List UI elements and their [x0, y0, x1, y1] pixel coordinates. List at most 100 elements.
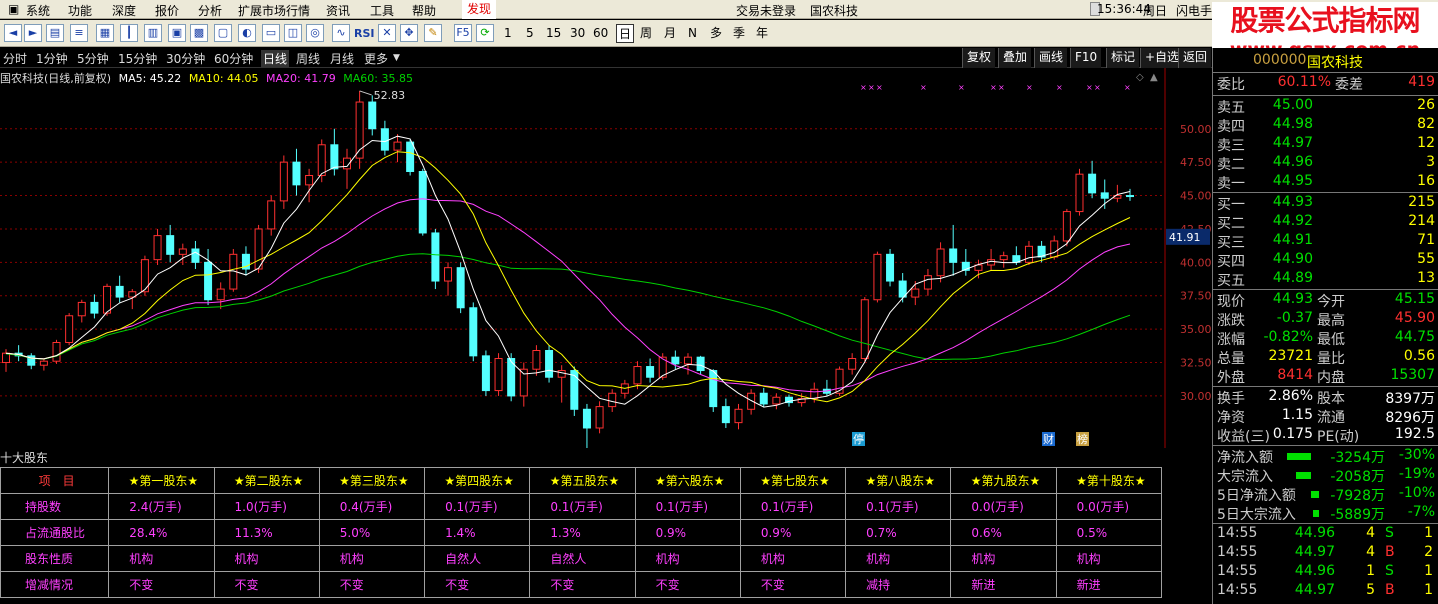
period-num-15[interactable]: 15	[546, 24, 561, 43]
pencil-icon[interactable]: ✎	[424, 24, 442, 42]
stat-value: 2.86%	[1268, 388, 1313, 404]
tick-row: 14:55 44.96 1 S 1	[1215, 563, 1437, 583]
tab-15min[interactable]: 15分钟	[118, 50, 157, 67]
menu-item-discover[interactable]: 发现	[462, 0, 497, 19]
refresh-icon[interactable]: ⟳	[476, 24, 494, 42]
y-tick-label: 47.50	[1180, 156, 1212, 169]
tick-volume: 4	[1366, 544, 1375, 560]
holders-row-label: 股东性质	[0, 545, 110, 572]
period-num-30[interactable]: 30	[570, 24, 585, 43]
candle-body	[886, 253, 895, 282]
menu-item-depth[interactable]: 深度	[112, 2, 136, 19]
quote-value: 45.90	[1394, 310, 1435, 326]
tab-60min[interactable]: 60分钟	[214, 50, 253, 67]
scroll-up-icon[interactable]: ▲	[1150, 72, 1158, 83]
period-n[interactable]: N	[688, 24, 697, 43]
menu-item-function[interactable]: 功能	[68, 2, 92, 19]
move-icon[interactable]: ✥	[400, 24, 418, 42]
tab-more[interactable]: 更多	[364, 50, 388, 67]
forward-arrow-icon[interactable]: ►	[24, 24, 42, 42]
window-icon[interactable]: ▢	[214, 24, 232, 42]
holders-row: 持股数 2.4(万手) 1.0(万手) 0.4(万手) 0.1(万手) 0.1(万手) 0.…	[0, 493, 1163, 520]
holders-row: 占流通股比 28.4% 11.3% 5.0% 1.4% 1.3% 0.9% 0.9% 0.7% 0…	[0, 519, 1163, 546]
split-icon[interactable]: ◫	[284, 24, 302, 42]
cross-icon[interactable]: ✕	[378, 24, 396, 42]
quote-label: 总量	[1217, 351, 1245, 367]
period-year[interactable]: 年	[756, 24, 768, 43]
stat-value: 0.175	[1272, 426, 1313, 442]
tab-30min[interactable]: 30分钟	[166, 50, 205, 67]
tab-daily[interactable]: 日线	[261, 50, 290, 67]
news-icon[interactable]: ▣	[168, 24, 186, 42]
frame-icon[interactable]: ▭	[262, 24, 280, 42]
holders-cell: 0.7%	[845, 519, 952, 546]
menu-item-analysis[interactable]: 分析	[198, 2, 222, 19]
period-num-60[interactable]: 60	[593, 24, 608, 43]
holders-cell: 不变	[739, 571, 847, 598]
table-icon[interactable]: ▦	[96, 24, 114, 42]
wave-icon[interactable]: ∿	[332, 24, 350, 42]
stock-header: 000000 国农科技	[1215, 52, 1437, 72]
kline-chart[interactable]: 50.0047.5045.0042.5040.0037.5035.0032.50…	[0, 68, 1212, 461]
tab-1min[interactable]: 1分钟	[36, 50, 68, 67]
pie-icon[interactable]: ◐	[238, 24, 256, 42]
tab-intraday[interactable]: 分时	[3, 50, 27, 67]
ma10-legend: MA10: 44.05	[188, 72, 259, 85]
f10-button[interactable]: F10	[1070, 48, 1102, 68]
sell-volume: 3	[1426, 154, 1435, 170]
return-button[interactable]: 返回	[1178, 48, 1212, 68]
chart-icon[interactable]: ▤	[46, 24, 64, 42]
candle-body	[671, 356, 680, 365]
tick-direction: B	[1385, 582, 1395, 598]
menu-item-extended[interactable]: 扩展市场行情	[238, 2, 310, 19]
tab-5min[interactable]: 5分钟	[77, 50, 109, 67]
circle-icon[interactable]: ◎	[306, 24, 324, 42]
period-week[interactable]: 周	[640, 24, 652, 43]
draw-button[interactable]: 画线	[1034, 48, 1068, 68]
menu-item-tools[interactable]: 工具	[370, 2, 394, 19]
holders-header-cell: ★第八股东★	[845, 467, 952, 494]
sell-level: 卖一	[1217, 176, 1245, 192]
candle-body	[418, 171, 427, 234]
f5-icon[interactable]: F5	[454, 24, 472, 42]
period-day[interactable]: 日	[616, 24, 634, 43]
diamond-icon[interactable]: ◇	[1136, 72, 1144, 83]
candle-body	[898, 280, 907, 298]
candle-body	[456, 267, 465, 309]
sell-price: 44.95	[1272, 173, 1313, 189]
menu-item-news[interactable]: 资讯	[326, 2, 350, 19]
more-dropdown-icon[interactable]: ▼	[393, 53, 400, 63]
tab-weekly[interactable]: 周线	[296, 50, 320, 67]
flash-trade-button[interactable]: 闪电手	[1176, 2, 1212, 19]
mark-button[interactable]: 标记	[1106, 48, 1140, 68]
back-arrow-icon[interactable]: ◄	[4, 24, 22, 42]
sell-volume: 26	[1417, 97, 1435, 113]
candle-body	[103, 285, 112, 314]
candle-icon[interactable]: ┃	[120, 24, 138, 42]
holders-cell: 机构	[318, 545, 426, 572]
overlay-button[interactable]: 叠加	[998, 48, 1032, 68]
period-num-1[interactable]: 1	[504, 24, 512, 43]
adjust-button[interactable]: 复权	[962, 48, 996, 68]
menu-item-help[interactable]: 帮助	[412, 2, 436, 19]
menu-item-system[interactable]: 系统	[26, 2, 50, 19]
grid-icon[interactable]: ▥	[144, 24, 162, 42]
tick-direction: S	[1385, 563, 1394, 579]
buy-price: 44.93	[1272, 194, 1313, 210]
list-icon[interactable]: ≡	[70, 24, 88, 42]
holders-cell: 0.1(万手)	[529, 493, 636, 520]
period-month[interactable]: 月	[664, 24, 676, 43]
tab-monthly[interactable]: 月线	[330, 50, 354, 67]
add-favorite-button[interactable]: +自选	[1140, 48, 1184, 68]
stats-icon[interactable]: ▩	[190, 24, 208, 42]
period-quarter[interactable]: 季	[733, 24, 745, 43]
holders-header-cell: ★第四股东★	[424, 467, 531, 494]
period-num-5[interactable]: 5	[526, 24, 534, 43]
menu-item-quote[interactable]: 报价	[155, 2, 179, 19]
candle-body	[216, 288, 225, 301]
period-multi[interactable]: 多	[710, 24, 722, 43]
rsi-button[interactable]: RSI	[354, 24, 375, 43]
candle-body	[1024, 245, 1033, 263]
candle-body	[1050, 240, 1059, 258]
flow-bar	[1287, 453, 1311, 460]
